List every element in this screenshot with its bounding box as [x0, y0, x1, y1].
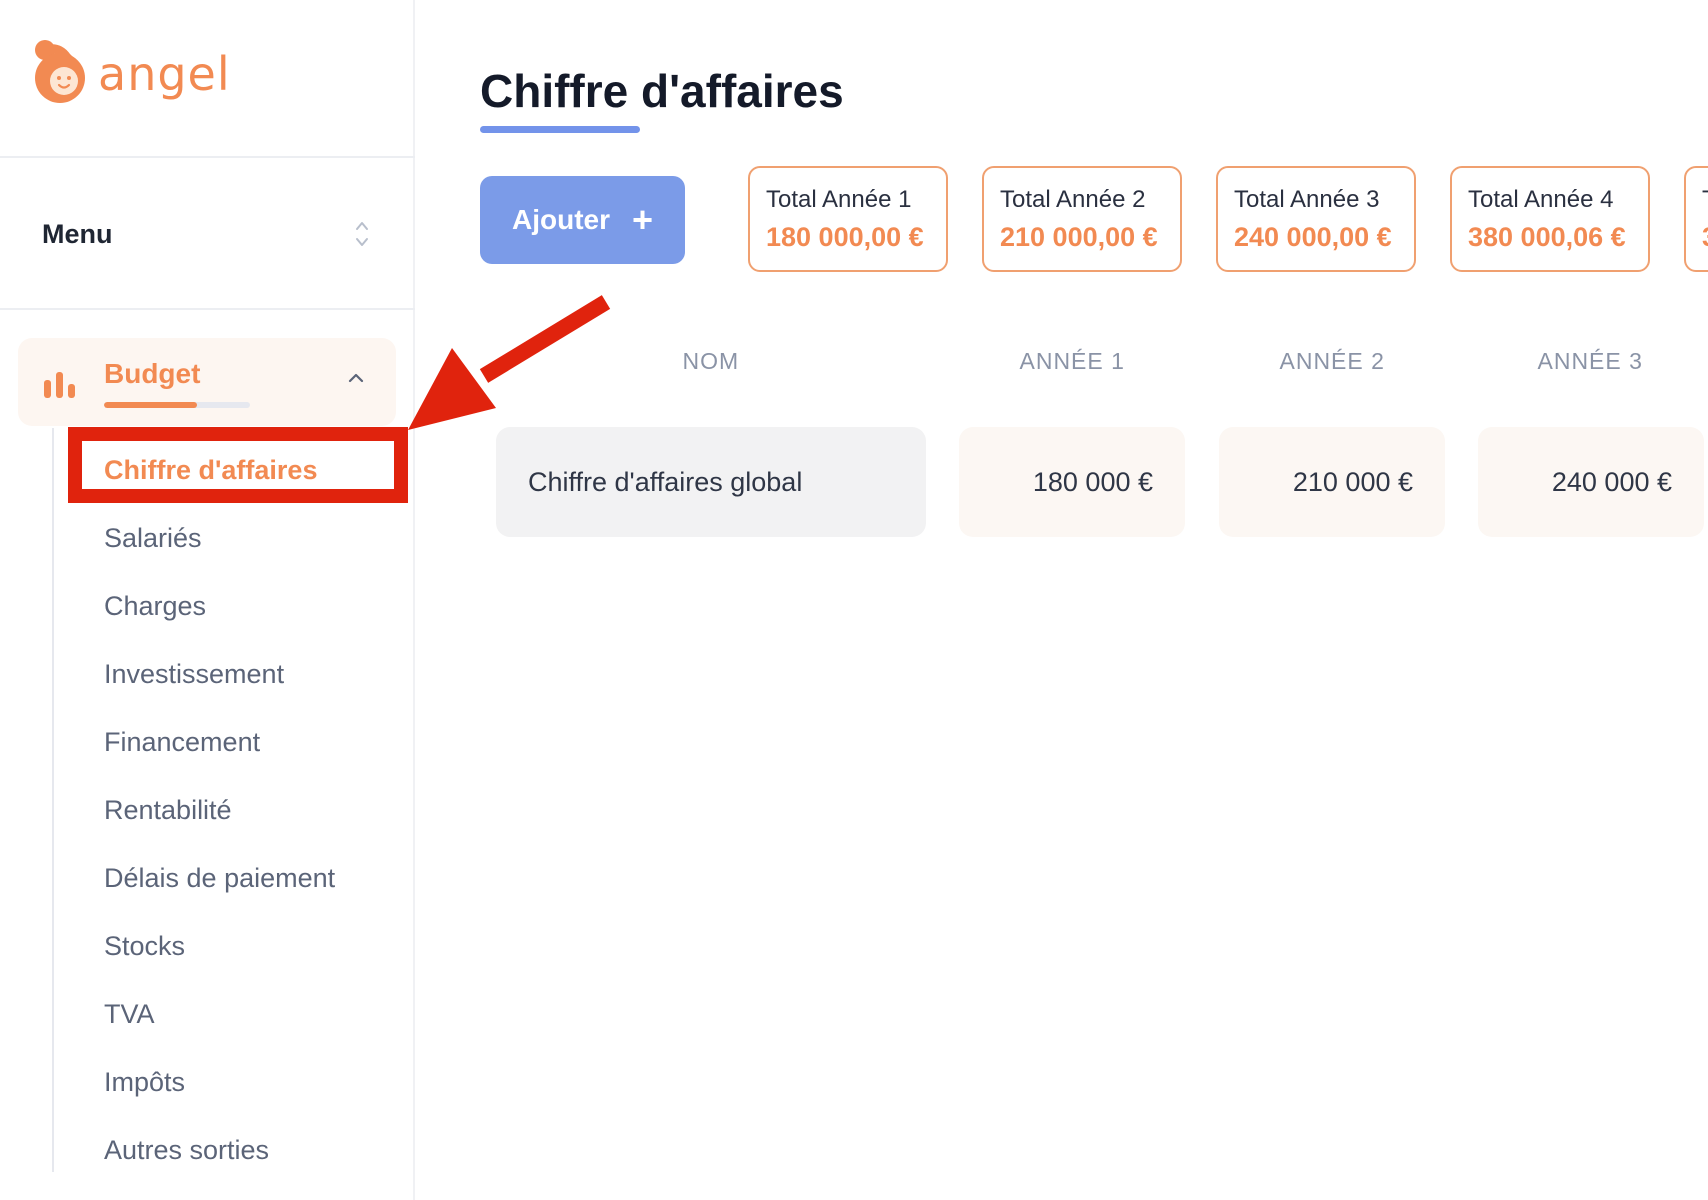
sidebar-item[interactable]: TVA — [104, 980, 335, 1048]
table-cell[interactable]: 210 000 € — [1219, 427, 1445, 537]
menu-label: Menu — [42, 218, 113, 249]
sidebar-item[interactable]: Stocks — [104, 912, 335, 980]
sidebar-divider — [0, 156, 415, 158]
column-header: ANNÉE 2 — [1279, 348, 1385, 374]
add-button[interactable]: Ajouter + — [480, 176, 685, 264]
sort-arrows-icon[interactable] — [352, 217, 372, 251]
total-card-label: Total Année 3 — [1234, 186, 1380, 213]
annotation-highlight-box — [68, 427, 408, 503]
submenu-guide-line — [52, 428, 54, 1172]
annotation-arrow-icon — [408, 295, 611, 430]
sidebar-item[interactable]: Autres sorties — [104, 1116, 335, 1184]
column-header: NOM — [682, 348, 740, 374]
budget-progress-bar — [104, 402, 250, 408]
total-card-value: 3 — [1702, 222, 1708, 253]
budget-progress-fill — [104, 402, 198, 408]
sidebar-divider — [0, 308, 415, 310]
column-header: ANNÉE 1 — [1019, 348, 1125, 374]
table-cell[interactable]: 240 000 € — [1478, 427, 1704, 537]
logo[interactable]: angel — [30, 36, 231, 112]
total-card-label: Total Année 1 — [766, 186, 912, 213]
totals-bar: Total Année 1 180 000,00 € Total Année 2 21… — [748, 166, 1708, 274]
column-header: ANNÉE 3 — [1537, 348, 1643, 374]
budget-submenu: Chiffre d'affaires Salariés Charges Investi… — [104, 436, 335, 1184]
total-card: Total Année 1 180 000,00 € — [748, 166, 948, 272]
total-card-label: Total Année 2 — [1000, 186, 1146, 213]
plus-icon: + — [631, 199, 654, 240]
logo-text: angel — [98, 47, 231, 101]
sidebar: angel Menu Budget Chiffre d'affaires Sala… — [0, 0, 415, 1200]
menu-header[interactable]: Menu — [42, 212, 372, 256]
angel-mascot-icon — [35, 40, 85, 103]
total-card: Total Année 3 240 000,00 € — [1216, 166, 1416, 272]
chevron-up-icon[interactable] — [344, 366, 368, 390]
sidebar-item[interactable]: Salariés — [104, 504, 335, 572]
sidebar-item[interactable]: Investissement — [104, 640, 335, 708]
sidebar-section-budget[interactable]: Budget — [18, 338, 396, 426]
sidebar-item[interactable]: Délais de paiement — [104, 844, 335, 912]
table-row-name[interactable]: Chiffre d'affaires global — [496, 427, 926, 537]
add-button-label: Ajouter — [511, 204, 610, 235]
sidebar-item[interactable]: Financement — [104, 708, 335, 776]
total-card-value: 380 000,06 € — [1468, 222, 1626, 252]
sidebar-section-label: Budget — [104, 358, 201, 389]
total-card-label: Total Année 4 — [1468, 186, 1614, 213]
sidebar-item[interactable]: Rentabilité — [104, 776, 335, 844]
total-card-value: 240 000,00 € — [1234, 222, 1392, 252]
page-title: Chiffre d'affaires — [480, 65, 844, 117]
total-card: Total Année 4 380 000,06 € — [1450, 166, 1650, 272]
bar-chart-icon — [44, 372, 75, 398]
total-card-value: 180 000,00 € — [766, 222, 924, 252]
sidebar-item[interactable]: Charges — [104, 572, 335, 640]
total-card: Total Année 2 210 000,00 € — [982, 166, 1182, 272]
total-card-label: T — [1702, 186, 1708, 214]
total-card: T3 — [1684, 166, 1708, 272]
title-underline — [480, 126, 640, 133]
total-card-value: 210 000,00 € — [1000, 222, 1158, 252]
sidebar-item[interactable]: Impôts — [104, 1048, 335, 1116]
table-cell[interactable]: 180 000 € — [959, 427, 1185, 537]
